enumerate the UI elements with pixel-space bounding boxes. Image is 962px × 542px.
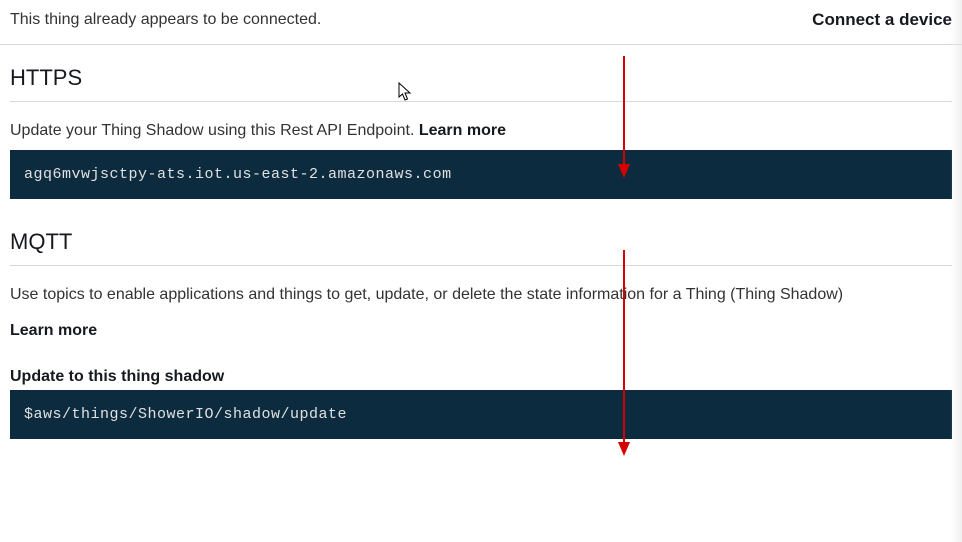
connect-device-link[interactable]: Connect a device xyxy=(812,10,952,30)
https-description-text: Update your Thing Shadow using this Rest… xyxy=(10,122,419,139)
connection-status-text: This thing already appears to be connect… xyxy=(10,11,321,29)
https-learn-more-link[interactable]: Learn more xyxy=(419,122,506,139)
mqtt-heading: MQTT xyxy=(10,229,952,266)
mqtt-section: MQTT Use topics to enable applications a… xyxy=(0,229,962,439)
update-shadow-label: Update to this thing shadow xyxy=(10,368,952,386)
top-row: This thing already appears to be connect… xyxy=(0,0,962,45)
mqtt-update-topic-code[interactable]: $aws/things/ShowerIO/shadow/update xyxy=(10,390,952,439)
https-heading: HTTPS xyxy=(10,65,952,102)
https-section: HTTPS Update your Thing Shadow using thi… xyxy=(0,65,962,199)
mqtt-description: Use topics to enable applications and th… xyxy=(10,286,952,304)
mqtt-learn-more-link[interactable]: Learn more xyxy=(10,322,97,340)
https-description: Update your Thing Shadow using this Rest… xyxy=(10,122,952,140)
https-endpoint-code[interactable]: agq6mvwjsctpy-ats.iot.us-east-2.amazonaw… xyxy=(10,150,952,199)
